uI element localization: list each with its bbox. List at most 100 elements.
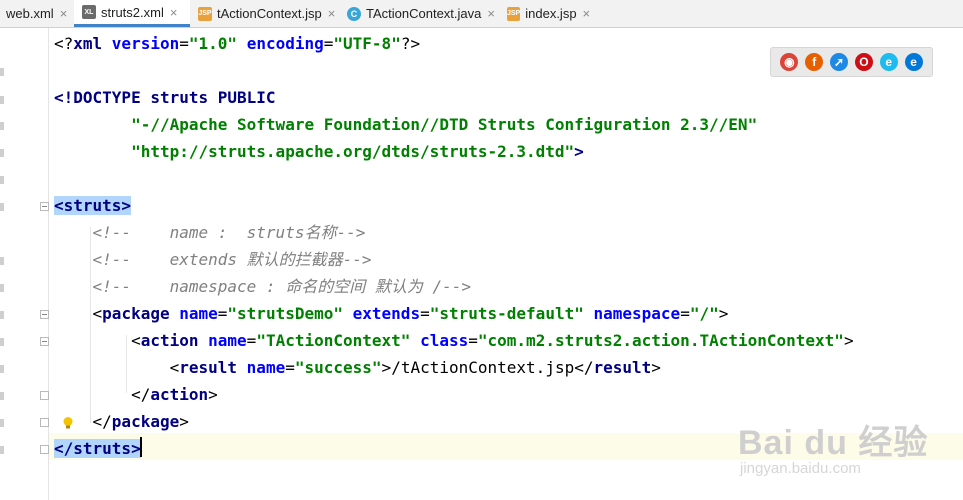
code-token: > (651, 358, 661, 377)
close-icon[interactable]: × (583, 6, 591, 21)
code-token: name (208, 331, 247, 350)
code-token: <struts> (54, 196, 132, 215)
code-token: xml (73, 34, 112, 53)
code-line: <struts> (0, 192, 963, 219)
browser-preview-bar: ◉ f ➚ Oe e (770, 47, 933, 77)
code-token: </struts> (54, 439, 141, 458)
code-token: = (285, 358, 295, 377)
code-token: "strutsDemo" (227, 304, 343, 323)
close-icon[interactable]: × (170, 5, 178, 20)
code-token: < (92, 304, 103, 323)
code-line: <package name="strutsDemo" extends="stru… (0, 300, 963, 327)
code-token: /tActionContext.jsp (391, 358, 575, 377)
code-token: result (593, 358, 652, 377)
code-token: = (217, 304, 228, 323)
tab-index-jsp[interactable]: JSP index.jsp × (499, 0, 591, 27)
code-line: <action name="TActionContext" class="com… (0, 327, 963, 354)
code-token: action (150, 385, 209, 404)
code-token: namespace (593, 304, 681, 323)
code-token: > (381, 358, 392, 377)
close-icon[interactable]: × (60, 6, 68, 21)
code-token: > (574, 142, 584, 161)
tab-tactioncontext-jsp[interactable]: JSP tActionContext.jsp × (190, 0, 339, 27)
code-token: "com.m2.struts2.action.TActionContext" (477, 331, 844, 350)
code-token: <!DOCTYPE struts PUBLIC (54, 88, 276, 107)
close-icon[interactable]: × (328, 6, 336, 21)
code-token: = (680, 304, 690, 323)
code-token: = (323, 34, 334, 53)
chrome-icon[interactable]: ◉ (780, 53, 799, 71)
code-line: "-//Apache Software Foundation//DTD Stru… (0, 111, 963, 138)
code-token: extends (352, 304, 421, 323)
tab-struts2-xml[interactable]: XL struts2.xml × (74, 0, 190, 27)
code-token: "1.0" (188, 34, 238, 53)
code-line: <result name="success">/tActionContext.j… (0, 354, 963, 381)
lightbulb-icon[interactable] (61, 416, 75, 430)
code-token: name (246, 358, 286, 377)
tab-label: tActionContext.jsp (217, 6, 322, 21)
code-token: = (179, 34, 189, 53)
code-token: result (179, 358, 247, 377)
code-line: <!-- extends 默认的拦截器--> (0, 246, 963, 273)
code-token: = (468, 331, 478, 350)
opera-icon[interactable]: O (854, 53, 873, 71)
tab-web-xml[interactable]: web.xml × (0, 0, 74, 27)
text-caret (140, 437, 142, 457)
code-token: action (140, 331, 209, 350)
tab-label: struts2.xml (101, 4, 164, 20)
code-line: <!DOCTYPE struts PUBLIC (0, 84, 963, 111)
close-icon[interactable]: × (487, 6, 495, 21)
editor-tab-bar: web.xml × XL struts2.xml × JSP tActionContext.… (0, 0, 963, 28)
code-token: "TActionContext" (256, 331, 411, 350)
ie-icon[interactable]: e (879, 53, 898, 71)
safari-icon[interactable]: ➚ (830, 53, 849, 71)
watermark-url: jingyan.baidu.com (740, 460, 861, 477)
code-token: encoding (246, 34, 324, 53)
code-token: </ (131, 385, 151, 404)
tab-tactioncontext-java[interactable]: C TActionContext.java × (339, 0, 499, 27)
code-token: < (169, 358, 180, 377)
jsp-file-icon: JSP (507, 6, 521, 21)
tab-label: index.jsp (525, 6, 577, 21)
code-line: "http://struts.apache.org/dtds/struts-2.… (0, 138, 963, 165)
code-token: "UTF-8" (333, 34, 401, 53)
firefox-icon[interactable]: f (805, 53, 824, 71)
tab-label: web.xml (6, 6, 54, 21)
code-token: version (111, 34, 180, 53)
code-token: "http://struts.apache.org/dtds/struts-2.… (131, 142, 575, 161)
xml-file-icon: XL (82, 5, 96, 19)
watermark-logo: Bai du 经验 (738, 424, 929, 462)
code-token: "-//Apache Software Foundation//DTD Stru… (131, 115, 758, 134)
jsp-file-icon: JSP (198, 6, 212, 21)
code-token: "success" (294, 358, 382, 377)
code-token: "/" (689, 304, 719, 323)
code-token: > (208, 385, 218, 404)
code-token: <!-- namespace : 命名的空间 默认为 /--> (92, 277, 471, 296)
tab-label: TActionContext.java (366, 6, 482, 21)
code-token: = (246, 331, 257, 350)
code-token: < (131, 331, 141, 350)
code-token: <? (54, 34, 74, 53)
code-token: package (102, 304, 180, 323)
code-line: </action> (0, 381, 963, 408)
code-token: name (179, 304, 218, 323)
code-token: ?> (400, 34, 421, 53)
code-token: > (179, 412, 189, 431)
edge-icon[interactable]: e (904, 53, 923, 71)
code-line: <!-- name : struts名称--> (0, 219, 963, 246)
code-token: > (718, 304, 729, 323)
code-token: <!-- name : struts名称--> (92, 223, 366, 242)
